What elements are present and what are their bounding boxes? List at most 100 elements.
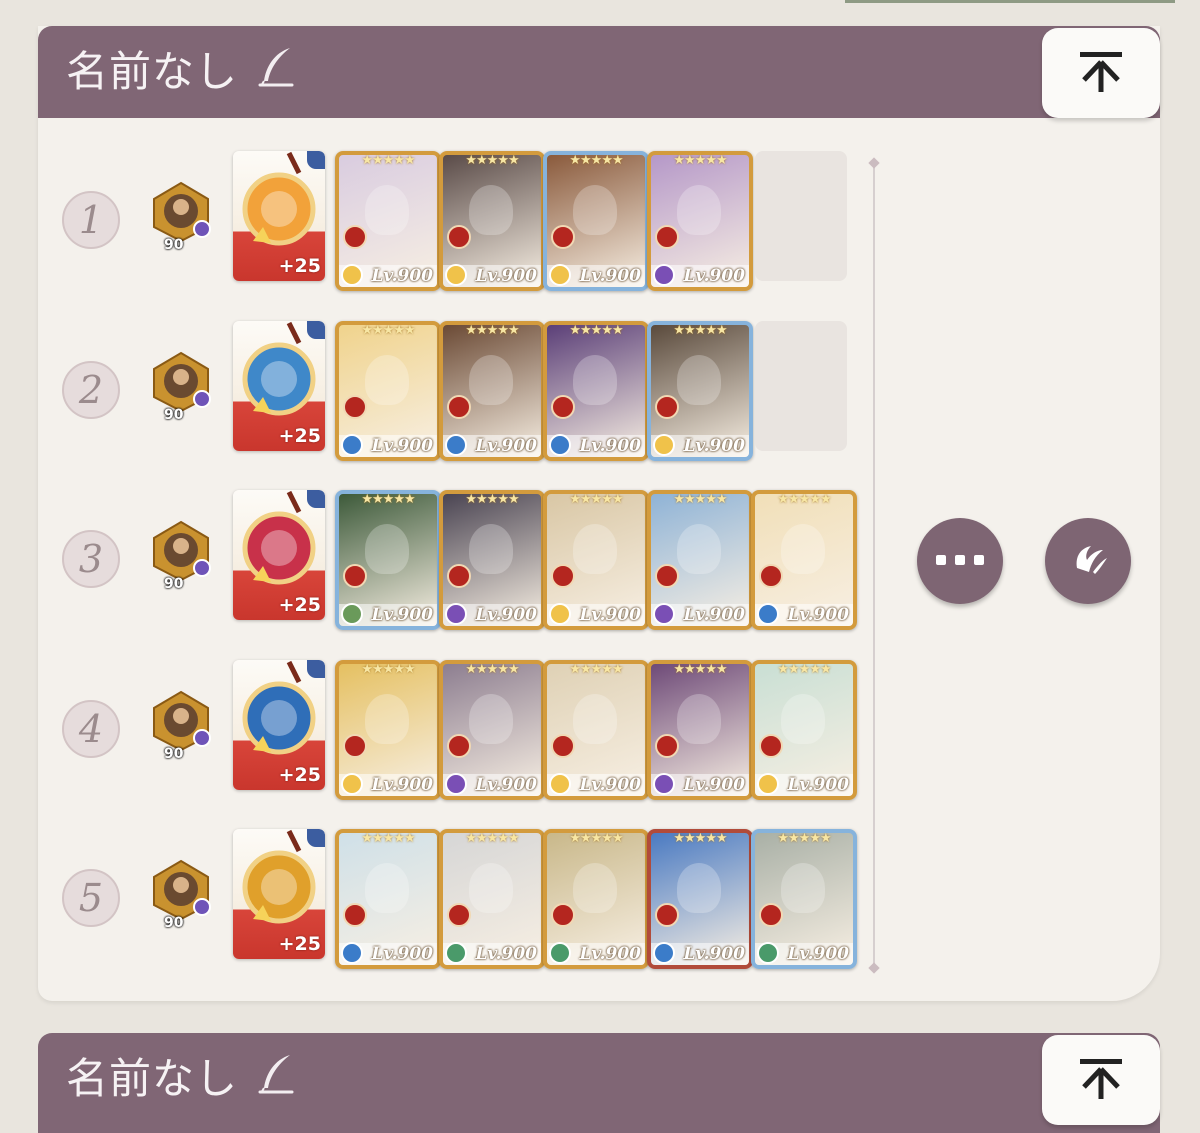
- unit-portrait: [365, 693, 409, 744]
- equipment-card[interactable]: +25: [233, 151, 325, 281]
- unit-level: Lv.900: [683, 266, 745, 286]
- attribute-icon: [549, 772, 571, 795]
- scroll-top-button[interactable]: [1042, 28, 1160, 118]
- unit-level: Lv.900: [475, 435, 537, 456]
- faction-mark-icon: [447, 394, 471, 419]
- unit-level: Lv.900: [579, 605, 641, 625]
- unit-card[interactable]: ★★★★★ Lv.900: [439, 151, 545, 291]
- faction-mark-icon: [759, 564, 783, 588]
- unit-portrait: [469, 185, 513, 235]
- faction-mark-icon: [551, 564, 575, 588]
- next-scroll-top-button[interactable]: [1042, 1035, 1160, 1125]
- leader-avatar[interactable]: 90: [150, 351, 212, 423]
- attribute-icon: [653, 603, 675, 625]
- faction-mark-icon: [343, 394, 367, 419]
- attribute-icon: [653, 772, 675, 795]
- leader-avatar[interactable]: 90: [150, 520, 212, 592]
- crown-badge-icon: [307, 490, 325, 508]
- leader-portrait-icon: [153, 690, 211, 751]
- unit-card[interactable]: ★★★★★ Lv.900: [439, 829, 545, 969]
- unit-card[interactable]: ★★★★★ Lv.900: [751, 490, 857, 630]
- star-rank-icon: ★★★★★: [361, 153, 415, 168]
- leader-level: 90: [164, 915, 184, 931]
- faction-mark-icon: [551, 225, 575, 249]
- unit-portrait: [573, 693, 617, 744]
- star-rank-icon: ★★★★★: [465, 322, 519, 338]
- attribute-icon: [341, 942, 363, 964]
- unit-card[interactable]: ★★★★★ Lv.900: [439, 320, 545, 461]
- unit-card[interactable]: ★★★★★ Lv.900: [543, 659, 649, 800]
- next-deck-title-text: 名前なし: [66, 1054, 239, 1103]
- star-rank-icon: ★★★★★: [569, 153, 623, 168]
- equipment-card[interactable]: +25: [233, 829, 325, 959]
- unit-card[interactable]: ★★★★★ Lv.900: [335, 490, 441, 630]
- equipment-card[interactable]: +25: [233, 490, 325, 620]
- unit-card[interactable]: ★★★★★ Lv.900: [647, 829, 753, 969]
- unit-card[interactable]: ★★★★★ Lv.900: [543, 490, 649, 630]
- leader-avatar[interactable]: 90: [150, 690, 212, 762]
- crown-badge-icon: [307, 320, 325, 339]
- deck-panel: 名前なし 1 90 +25 ★★★★★ Lv.900 ★★★★★ Lv.900 ★★★★★ Lv…: [38, 26, 1160, 1001]
- team-number: 2: [62, 360, 120, 419]
- deck-title[interactable]: 名前なし: [66, 42, 296, 105]
- equipment-bonus: +25: [278, 763, 321, 786]
- unit-card[interactable]: ★★★★★ Lv.900: [335, 151, 441, 291]
- star-rank-icon: ★★★★★: [673, 322, 727, 338]
- faction-mark-icon: [343, 225, 367, 249]
- star-rank-icon: ★★★★★: [465, 153, 519, 168]
- next-deck-header: 名前なし: [38, 1033, 1160, 1133]
- unit-portrait: [781, 524, 825, 574]
- unit-portrait: [677, 524, 721, 574]
- unit-card[interactable]: ★★★★★ Lv.900: [439, 490, 545, 630]
- equipment-card[interactable]: +25: [233, 659, 325, 790]
- crown-badge-icon: [307, 151, 325, 169]
- next-deck-title[interactable]: 名前なし: [66, 1049, 296, 1112]
- attribute-icon: [653, 942, 675, 964]
- leader-level: 90: [164, 406, 184, 423]
- rename-deck-button[interactable]: [1045, 518, 1131, 604]
- empty-unit-slot[interactable]: [755, 320, 847, 451]
- crown-badge-icon: [307, 659, 325, 678]
- leader-avatar[interactable]: 90: [150, 859, 212, 931]
- unit-portrait: [365, 354, 409, 405]
- attribute-icon: [757, 772, 779, 795]
- unit-card[interactable]: ★★★★★ Lv.900: [751, 659, 857, 800]
- leader-avatar[interactable]: 90: [150, 181, 212, 253]
- quill-icon: [256, 1052, 296, 1112]
- star-rank-icon: ★★★★★: [465, 492, 519, 507]
- unit-card[interactable]: ★★★★★ Lv.900: [335, 829, 441, 969]
- star-rank-icon: ★★★★★: [777, 661, 831, 677]
- leader-portrait-icon: [153, 520, 211, 582]
- unit-card[interactable]: ★★★★★ Lv.900: [647, 151, 753, 291]
- team-row: 1 90 +25 ★★★★★ Lv.900 ★★★★★ Lv.900 ★★★★★ Lv.900 ★…: [38, 151, 868, 291]
- unit-card[interactable]: ★★★★★ Lv.900: [751, 829, 857, 969]
- faction-mark-icon: [447, 564, 471, 588]
- unit-card[interactable]: ★★★★★ Lv.900: [439, 659, 545, 800]
- team-row: 5 90 +25 ★★★★★ Lv.900 ★★★★★ Lv.900 ★★★★★ Lv.900 ★…: [38, 829, 868, 969]
- faction-mark-icon: [759, 903, 783, 927]
- faction-mark-icon: [551, 733, 575, 758]
- star-rank-icon: ★★★★★: [569, 492, 623, 507]
- arrow-to-top-icon: [1076, 1055, 1126, 1105]
- unit-card[interactable]: ★★★★★ Lv.900: [335, 659, 441, 800]
- unit-card[interactable]: ★★★★★ Lv.900: [647, 490, 753, 630]
- unit-level: Lv.900: [579, 774, 641, 795]
- empty-unit-slot[interactable]: [755, 151, 847, 281]
- row-divider: [873, 162, 875, 970]
- team-number: 1: [62, 191, 120, 249]
- equipment-card[interactable]: +25: [233, 320, 325, 451]
- unit-portrait: [677, 693, 721, 744]
- unit-level: Lv.900: [683, 774, 745, 795]
- more-options-button[interactable]: [917, 518, 1003, 604]
- unit-card[interactable]: ★★★★★ Lv.900: [543, 151, 649, 291]
- unit-portrait: [677, 863, 721, 913]
- unit-card[interactable]: ★★★★★ Lv.900: [647, 320, 753, 461]
- star-rank-icon: ★★★★★: [361, 661, 415, 677]
- faction-mark-icon: [447, 733, 471, 758]
- unit-portrait: [469, 863, 513, 913]
- unit-card[interactable]: ★★★★★ Lv.900: [647, 659, 753, 800]
- unit-card[interactable]: ★★★★★ Lv.900: [543, 320, 649, 461]
- unit-card[interactable]: ★★★★★ Lv.900: [335, 320, 441, 461]
- unit-level: Lv.900: [787, 774, 849, 795]
- unit-card[interactable]: ★★★★★ Lv.900: [543, 829, 649, 969]
